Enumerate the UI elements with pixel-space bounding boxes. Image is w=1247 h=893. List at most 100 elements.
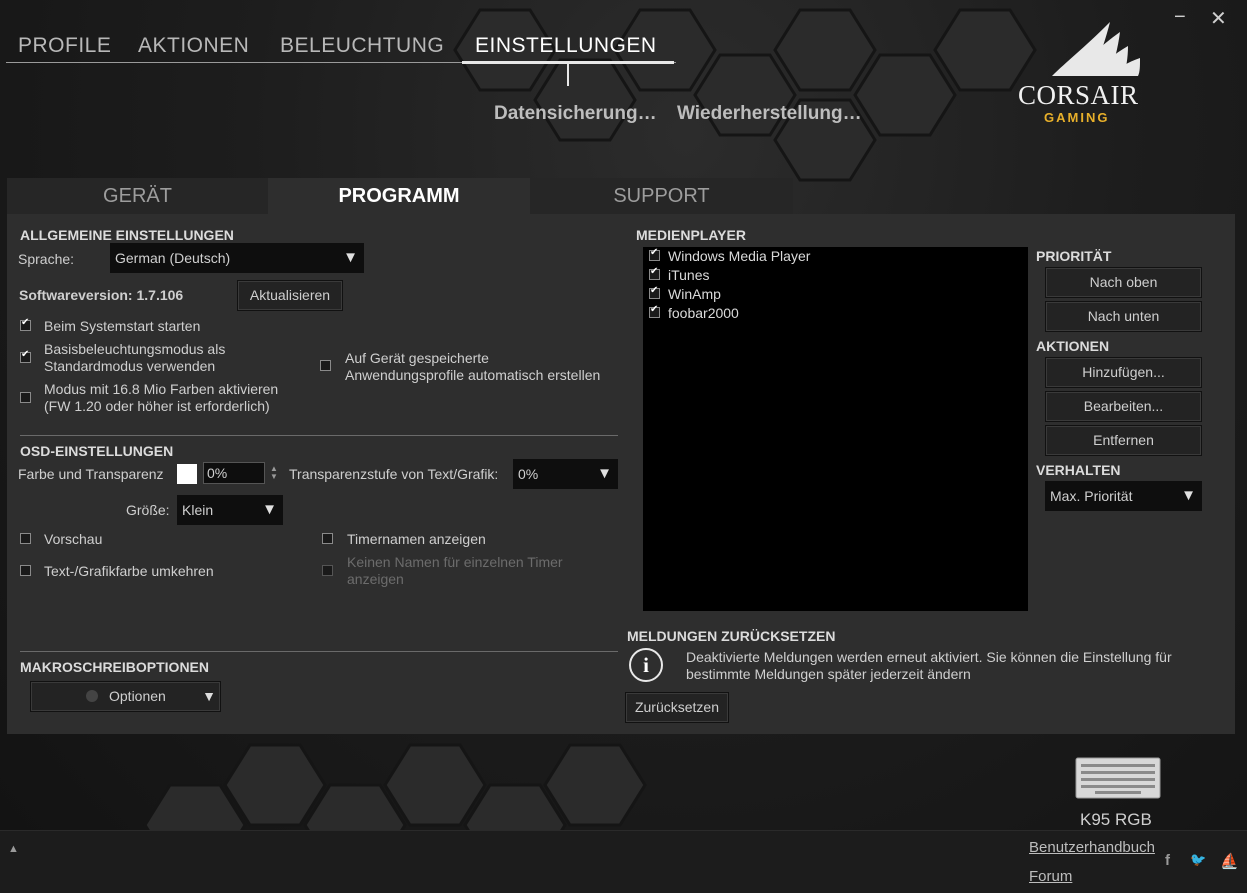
- reset-description-1: Deaktivierte Meldungen werden erneut akt…: [686, 649, 1172, 665]
- startup-checkbox[interactable]: [20, 317, 31, 331]
- color-mode-label-2: (FW 1.20 oder höher ist erforderlich): [44, 398, 270, 414]
- size-label: Größe:: [126, 502, 170, 518]
- corsair-sails-icon[interactable]: ⛵: [1220, 852, 1239, 870]
- invert-color-checkbox[interactable]: [20, 565, 31, 576]
- reset-messages-title: MELDUNGEN ZURÜCKSETZEN: [627, 628, 836, 644]
- list-item[interactable]: Windows Media Player: [643, 247, 1023, 266]
- basic-lighting-label-2: Standardmodus verwenden: [44, 358, 216, 374]
- minimize-button[interactable]: −: [1174, 6, 1186, 29]
- language-label: Sprache:: [18, 251, 75, 267]
- media-player-list[interactable]: Windows Media Player iTunes WinAmp fooba…: [643, 247, 1028, 611]
- move-down-button[interactable]: Nach unten: [1045, 301, 1202, 332]
- list-item[interactable]: foobar2000: [643, 304, 1023, 323]
- corsair-logo: CORSAIR GAMING: [1014, 18, 1154, 128]
- chevron-down-icon: ▼: [202, 688, 216, 704]
- transparency-spinner[interactable]: 0%: [203, 462, 265, 484]
- size-select[interactable]: Klein ▼: [177, 495, 283, 525]
- chevron-down-icon: ▼: [343, 249, 358, 266]
- edit-player-button[interactable]: Bearbeiten...: [1045, 391, 1202, 422]
- chevron-down-icon: ▼: [1181, 487, 1196, 504]
- tab-profile[interactable]: PROFILE: [18, 34, 111, 58]
- expand-arrow-icon[interactable]: ▲: [8, 843, 19, 855]
- basic-lighting-label-1: Basisbeleuchtungsmodus als: [44, 341, 226, 357]
- player-checkbox[interactable]: [649, 285, 660, 299]
- tab-settings[interactable]: EINSTELLUNGEN: [475, 34, 657, 58]
- preview-label: Vorschau: [44, 531, 103, 547]
- text-transparency-label: Transparenzstufe von Text/Grafik:: [289, 466, 499, 482]
- nav-connector: [567, 63, 569, 86]
- osd-color-swatch[interactable]: [177, 464, 197, 484]
- keyboard-icon[interactable]: [1075, 757, 1161, 799]
- auto-profiles-label-1: Auf Gerät gespeicherte: [345, 350, 489, 366]
- language-select[interactable]: German (Deutsch) ▼: [110, 243, 364, 273]
- twitter-icon[interactable]: 🐦: [1190, 852, 1206, 868]
- media-player-title: MEDIENPLAYER: [636, 227, 746, 243]
- player-checkbox[interactable]: [649, 247, 660, 261]
- behavior-value: Max. Priorität: [1050, 488, 1133, 504]
- close-button[interactable]: ✕: [1210, 6, 1227, 31]
- move-up-button[interactable]: Nach oben: [1045, 267, 1202, 298]
- software-version: Softwareversion: 1.7.106: [19, 287, 184, 303]
- list-item[interactable]: WinAmp: [643, 285, 1023, 304]
- reset-button[interactable]: Zurücksetzen: [625, 692, 729, 723]
- update-button[interactable]: Aktualisieren: [237, 280, 343, 311]
- tab-device[interactable]: GERÄT: [7, 178, 268, 215]
- info-icon: i: [629, 648, 663, 682]
- color-transparency-label: Farbe und Transparenz: [18, 466, 164, 482]
- priority-title: PRIORITÄT: [1036, 248, 1112, 264]
- tab-support[interactable]: SUPPORT: [530, 178, 793, 215]
- language-value: German (Deutsch): [115, 250, 231, 266]
- add-player-button[interactable]: Hinzufügen...: [1045, 357, 1202, 388]
- corsair-sails-icon: [1052, 22, 1140, 76]
- startup-label: Beim Systemstart starten: [44, 318, 201, 334]
- tab-program[interactable]: PROGRAMM: [268, 178, 530, 215]
- invert-color-label: Text-/Grafikfarbe umkehren: [44, 563, 214, 579]
- basic-lighting-checkbox[interactable]: [20, 349, 31, 363]
- no-timer-names-label-1: Keinen Namen für einzelnen Timer: [347, 554, 563, 570]
- color-mode-checkbox[interactable]: [20, 392, 31, 403]
- tab-actions[interactable]: AKTIONEN: [138, 34, 249, 58]
- spinner-arrows-icon[interactable]: ▲ ▼: [270, 465, 278, 481]
- player-name: iTunes: [668, 267, 710, 283]
- player-name: WinAmp: [668, 286, 721, 302]
- osd-settings-title: OSD-EINSTELLUNGEN: [20, 443, 174, 459]
- restore-link[interactable]: Wiederherstellung…: [677, 103, 862, 125]
- chevron-down-icon: ▼: [262, 501, 277, 518]
- behavior-select[interactable]: Max. Priorität ▼: [1045, 481, 1202, 511]
- player-checkbox[interactable]: [649, 266, 660, 280]
- macro-options-title: MAKROSCHREIBOPTIONEN: [20, 659, 210, 675]
- backup-link[interactable]: Datensicherung…: [494, 103, 657, 125]
- user-manual-link[interactable]: Benutzerhandbuch: [1029, 839, 1155, 856]
- auto-profiles-checkbox[interactable]: [320, 360, 331, 371]
- facebook-icon[interactable]: f: [1165, 852, 1170, 869]
- chevron-down-icon: ▼: [597, 465, 612, 482]
- forum-link[interactable]: Forum: [1029, 868, 1072, 885]
- behavior-title: VERHALTEN: [1036, 462, 1121, 478]
- general-settings-title: ALLGEMEINE EINSTELLUNGEN: [20, 227, 234, 243]
- macro-options-label: Optionen: [109, 688, 166, 704]
- text-transparency-value: 0%: [518, 466, 539, 482]
- text-transparency-select[interactable]: 0% ▼: [513, 459, 618, 489]
- list-item[interactable]: iTunes: [643, 266, 1023, 285]
- actions-title: AKTIONEN: [1036, 338, 1110, 354]
- divider: [20, 435, 618, 436]
- player-checkbox[interactable]: [649, 304, 660, 318]
- main-nav: PROFILE AKTIONEN BELEUCHTUNG EINSTELLUNG…: [6, 30, 676, 64]
- player-name: Windows Media Player: [668, 248, 811, 264]
- device-name[interactable]: K95 RGB: [1080, 810, 1152, 830]
- divider: [20, 651, 618, 652]
- no-timer-names-checkbox: [322, 565, 333, 576]
- logo-wordmark: CORSAIR: [1018, 80, 1139, 110]
- logo-subtitle: GAMING: [1044, 110, 1110, 125]
- no-timer-names-label-2: anzeigen: [347, 571, 404, 587]
- color-mode-label-1: Modus mit 16.8 Mio Farben aktivieren: [44, 381, 279, 397]
- tab-lighting[interactable]: BELEUCHTUNG: [280, 34, 444, 58]
- timer-names-checkbox[interactable]: [322, 533, 333, 544]
- reset-description-2: bestimmte Meldungen später jederzeit änd…: [686, 666, 971, 682]
- player-name: foobar2000: [668, 305, 739, 321]
- macro-options-dropdown[interactable]: Optionen ▼: [30, 681, 221, 712]
- preview-checkbox[interactable]: [20, 533, 31, 544]
- remove-player-button[interactable]: Entfernen: [1045, 425, 1202, 456]
- auto-profiles-label-2: Anwendungsprofile automatisch erstellen: [345, 367, 601, 383]
- size-value: Klein: [182, 502, 214, 518]
